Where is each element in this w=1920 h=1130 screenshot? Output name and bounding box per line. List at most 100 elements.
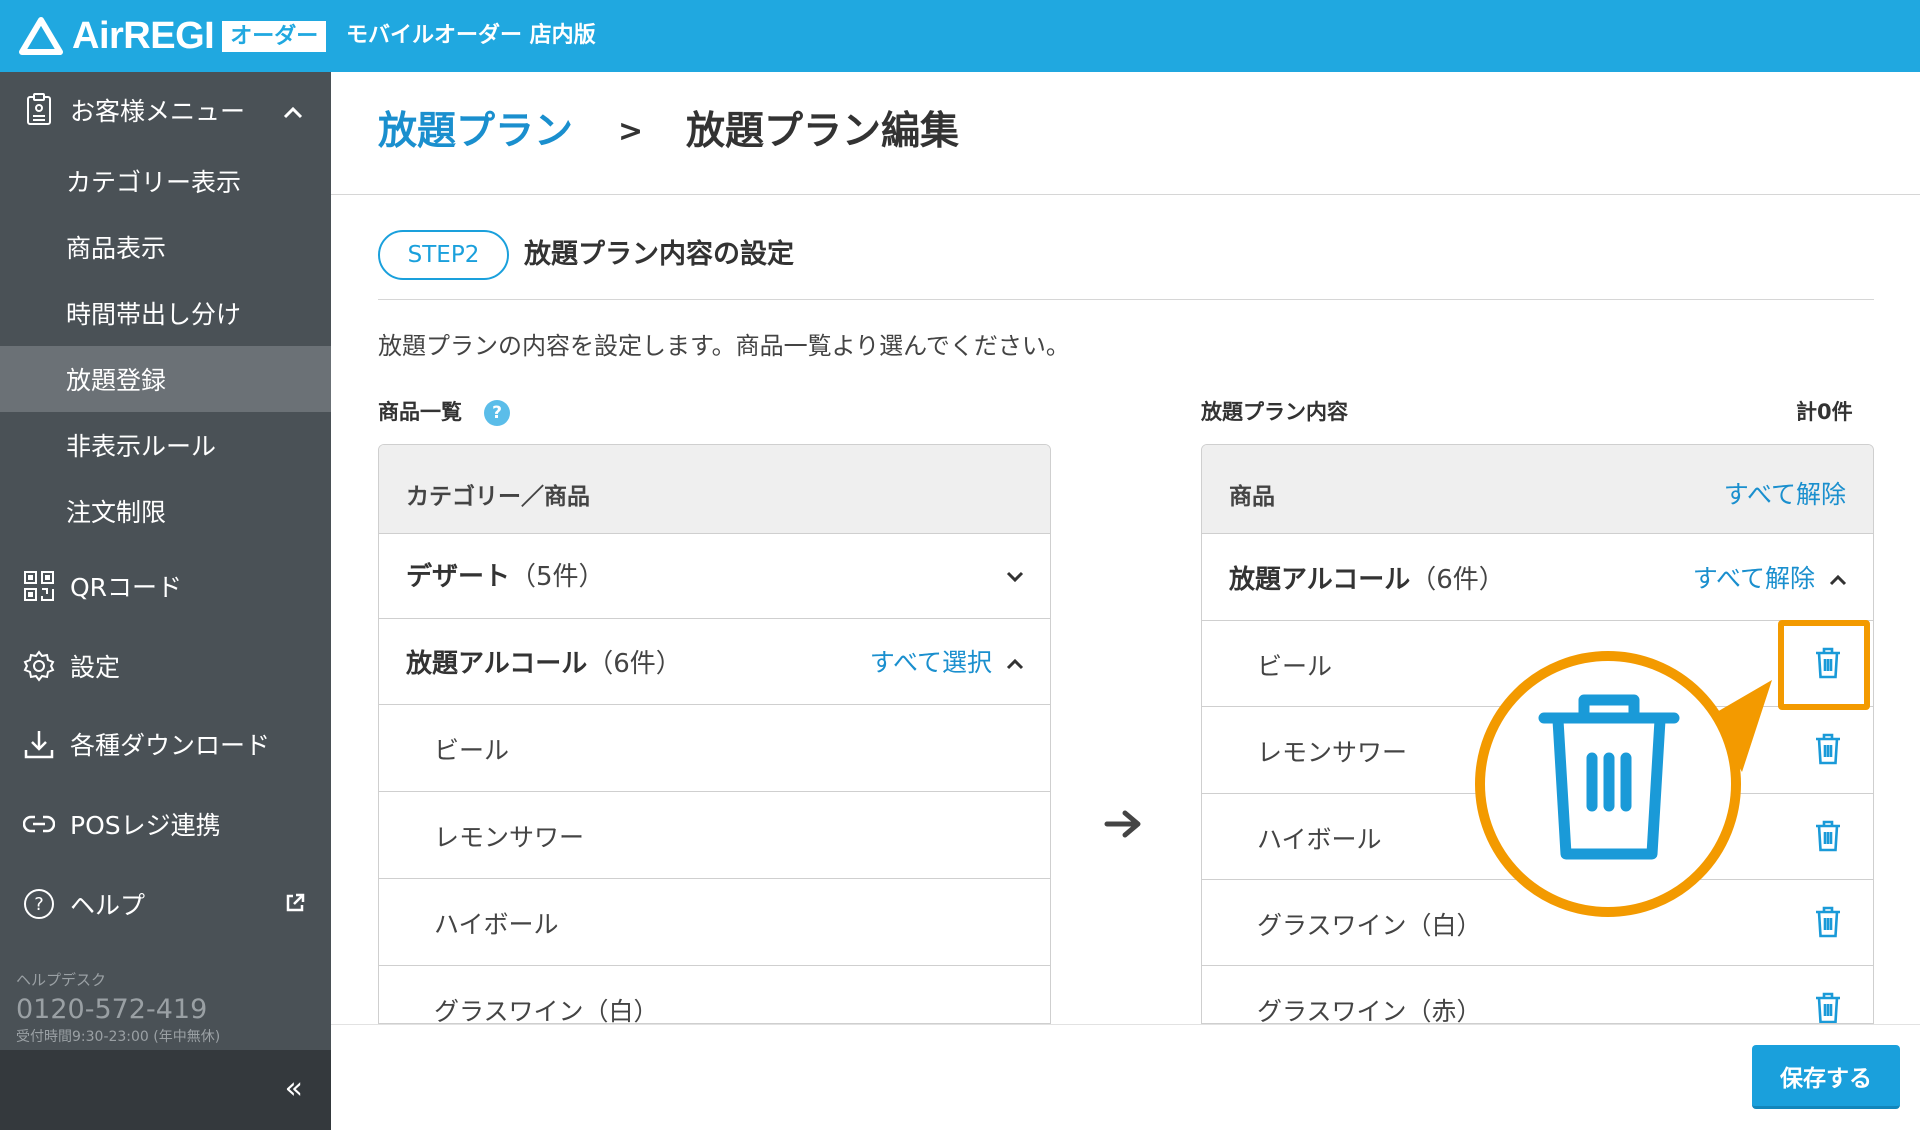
sidebar-subitem-time-slot[interactable]: 時間帯出し分け <box>0 280 331 346</box>
product-name: グラスワイン（白） <box>1257 911 1482 940</box>
category-count: （5件） <box>510 562 605 592</box>
product-row[interactable]: グラスワイン（白） <box>379 966 1050 1024</box>
sidebar-item-label: QRコード <box>70 573 183 602</box>
brand-name: AirREGI <box>72 14 215 57</box>
trash-icon[interactable] <box>1813 905 1843 943</box>
gear-icon <box>22 649 56 683</box>
column-header: カテゴリー／商品 <box>406 484 590 510</box>
product-name: ハイボール <box>434 910 559 939</box>
breadcrumb-parent-link[interactable]: 放題プラン <box>378 109 573 154</box>
product-name: ハイボール <box>1257 825 1382 854</box>
sidebar-subitem-product-display[interactable]: 商品表示 <box>0 214 331 280</box>
plan-product-row: グラスワイン（赤） <box>1202 966 1873 1024</box>
sidebar-item-label: 設定 <box>70 653 121 682</box>
step-title: 放題プラン内容の設定 <box>524 239 794 270</box>
category-count: （6件） <box>587 649 682 679</box>
page-title: 放題プラン編集 <box>686 109 960 154</box>
product-row[interactable]: ハイボール <box>379 879 1050 966</box>
menu-document-icon <box>22 93 56 127</box>
sidebar-item-label: 各種ダウンロード <box>70 731 271 760</box>
product-name: グラスワイン（白） <box>434 997 659 1024</box>
trash-icon[interactable] <box>1813 991 1843 1023</box>
product-name: ビール <box>434 736 510 765</box>
plan-content-label: 放題プラン内容 <box>1201 400 1348 424</box>
chevron-up-icon[interactable] <box>283 96 303 125</box>
sidebar-item-downloads[interactable]: 各種ダウンロード <box>0 706 331 782</box>
category-count: （6件） <box>1410 565 1505 595</box>
sidebar-subitem-label: 注文制限 <box>66 498 167 527</box>
sidebar-subitem-hide-rules[interactable]: 非表示ルール <box>0 412 331 478</box>
sidebar-subitem-label: 非表示ルール <box>66 432 217 461</box>
download-icon <box>22 727 56 761</box>
sidebar-subitem-label: カテゴリー表示 <box>66 168 242 197</box>
sidebar-item-label: POSレジ連携 <box>70 811 221 840</box>
product-row[interactable]: ビール <box>379 705 1050 792</box>
product-name: レモンサワー <box>1257 738 1408 767</box>
category-row-alcohol[interactable]: 放題アルコール（6件） すべて選択 <box>379 619 1050 705</box>
chevron-up-icon[interactable] <box>1829 571 1847 590</box>
product-row[interactable]: レモンサワー <box>379 792 1050 879</box>
svg-text:?: ? <box>34 894 44 915</box>
sidebar-item-help[interactable]: ? ヘルプ <box>0 866 331 942</box>
chevron-down-icon[interactable] <box>1006 568 1024 587</box>
helpdesk-hours: 受付時間9:30-23:00 (年中無休) <box>16 1029 221 1045</box>
app-title: モバイルオーダー 店内版 <box>346 23 596 48</box>
select-all-link[interactable]: すべて選択 <box>870 643 992 679</box>
trash-icon[interactable] <box>1813 819 1843 857</box>
save-button[interactable]: 保存する <box>1752 1045 1900 1109</box>
footer-bar <box>331 1024 1920 1130</box>
product-list-header: カテゴリー／商品 <box>379 445 1050 534</box>
help-question-icon[interactable]: ? <box>484 400 510 426</box>
top-bar: AirREGI オーダー モバイルオーダー 店内版 <box>0 0 1920 72</box>
sidebar-item-customer-menu[interactable]: お客様メニュー <box>0 72 331 148</box>
external-link-icon <box>285 890 305 919</box>
sidebar-subitem-category-display[interactable]: カテゴリー表示 <box>0 148 331 214</box>
product-name: グラスワイン（赤） <box>1257 997 1482 1024</box>
chevron-up-icon[interactable] <box>1006 655 1024 674</box>
helpdesk-label: ヘルプデスク <box>16 971 107 989</box>
category-label: 放題アルコール <box>406 649 588 679</box>
trash-icon[interactable] <box>1813 732 1843 770</box>
plan-total-count: 計0件 <box>1796 400 1853 424</box>
breadcrumb: 放題プラン > 放題プラン編集 <box>378 108 959 156</box>
helpdesk-info: ヘルプデスク 0120-572-419 受付時間9:30-23:00 (年中無休… <box>16 970 220 1046</box>
product-list-panel: カテゴリー／商品 デザート（5件） 放題アルコール（6件） すべて選択 ビール … <box>378 444 1051 1024</box>
arrow-right-icon <box>1104 808 1144 844</box>
logo-mark-icon <box>19 17 63 55</box>
trash-callout-magnifier <box>1475 651 1772 917</box>
link-icon <box>22 807 56 841</box>
product-list-label: 商品一覧 <box>378 400 462 424</box>
airregi-logo: AirREGI オーダー <box>18 14 327 58</box>
brand-badge: オーダー <box>222 20 327 52</box>
step-badge: STEP2 <box>378 230 509 280</box>
product-name: ビール <box>1257 652 1333 681</box>
collapse-sidebar-icon[interactable]: « <box>285 1072 303 1106</box>
sidebar: お客様メニュー カテゴリー表示 商品表示 時間帯出し分け 放題登録 非表示ルール… <box>0 72 331 1130</box>
plan-content-header: 商品 すべて解除 <box>1202 445 1873 534</box>
qr-code-icon <box>22 569 56 603</box>
sidebar-footer: « <box>0 1050 331 1130</box>
category-name: 放題アルコール（6件） <box>1229 559 1505 596</box>
sidebar-item-label: お客様メニュー <box>70 97 246 126</box>
sidebar-subitem-label: 時間帯出し分け <box>66 300 242 329</box>
sidebar-item-qr-code[interactable]: QRコード <box>0 548 331 624</box>
step-description: 放題プランの内容を設定します。商品一覧より選んでください。 <box>378 332 1070 360</box>
help-icon: ? <box>22 887 56 921</box>
category-name: 放題アルコール（6件） <box>406 643 682 680</box>
sidebar-item-pos-link[interactable]: POSレジ連携 <box>0 786 331 862</box>
sidebar-subitem-all-you-can-register[interactable]: 放題登録 <box>0 346 331 412</box>
sidebar-subitem-order-limit[interactable]: 注文制限 <box>0 478 331 544</box>
sidebar-item-label: ヘルプ <box>70 891 146 920</box>
breadcrumb-separator: > <box>618 114 644 149</box>
plan-category-row[interactable]: 放題アルコール（6件） すべて解除 <box>1202 534 1873 621</box>
header-divider <box>331 194 1920 195</box>
sidebar-item-settings[interactable]: 設定 <box>0 628 331 704</box>
product-name: レモンサワー <box>434 823 585 852</box>
category-clear-all-link[interactable]: すべて解除 <box>1693 559 1815 595</box>
clear-all-link[interactable]: すべて解除 <box>1724 475 1846 511</box>
category-row-dessert[interactable]: デザート（5件） <box>379 534 1050 619</box>
category-label: デザート <box>406 562 511 592</box>
sidebar-subitem-label: 商品表示 <box>66 234 167 263</box>
step-divider <box>378 299 1874 300</box>
category-label: 放題アルコール <box>1229 565 1411 595</box>
